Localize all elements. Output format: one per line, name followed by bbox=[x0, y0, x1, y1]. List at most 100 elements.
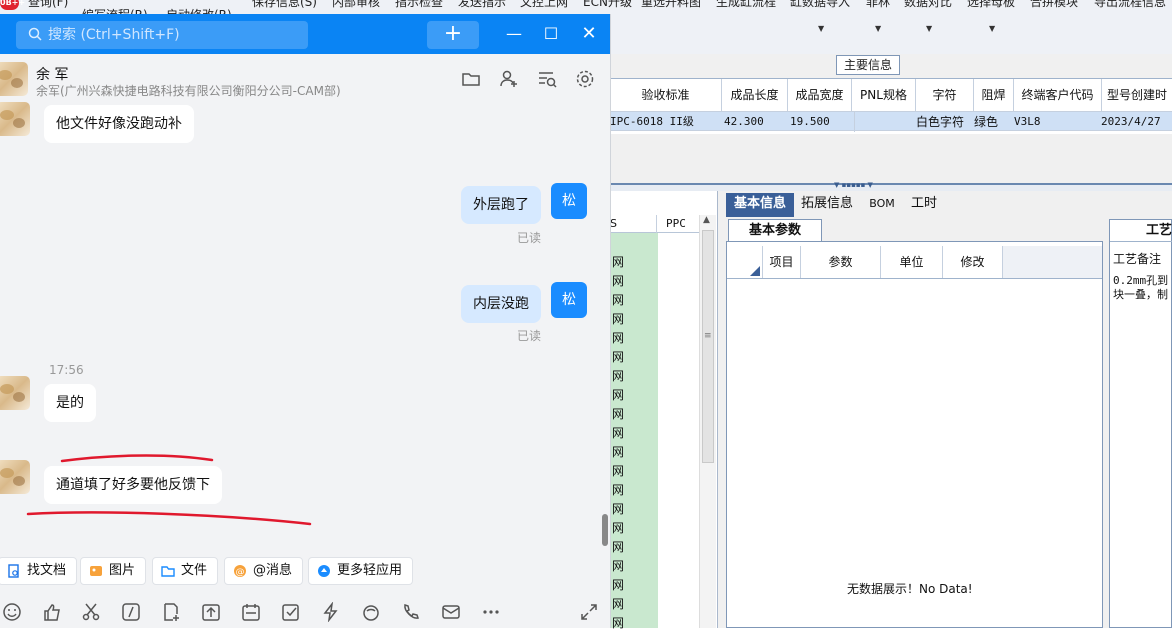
list-item[interactable]: 网 bbox=[612, 367, 632, 384]
menu-check[interactable]: 指示检查 bbox=[395, 0, 443, 10]
list-item[interactable]: 网 bbox=[612, 329, 632, 346]
message-bubble-me[interactable]: 外层跑了 bbox=[461, 186, 541, 224]
menu-export[interactable]: 导出流程信息 bbox=[1094, 0, 1166, 10]
emoji-icon[interactable] bbox=[2, 602, 22, 622]
subtab-basic-params[interactable]: 基本参数 bbox=[728, 219, 822, 241]
message-bubble[interactable]: 是的 bbox=[44, 384, 96, 422]
list-item[interactable]: 网 bbox=[612, 386, 632, 403]
search-history-icon[interactable] bbox=[536, 68, 558, 90]
menu-query[interactable]: 查询(F) bbox=[28, 0, 68, 10]
col-header-mask[interactable]: 阻焊 bbox=[974, 79, 1014, 111]
col-s-label[interactable]: S bbox=[610, 217, 617, 230]
table-row[interactable]: IPC-6018 II级 42.300 19.500 白色字符 绿色 V3L8 … bbox=[610, 111, 1172, 132]
panel-splitter[interactable]: ▼ ▪▪▪▪▪ ▼ bbox=[610, 181, 1172, 191]
calendar-icon[interactable] bbox=[241, 602, 261, 622]
contact-avatar[interactable] bbox=[0, 376, 30, 410]
col-ppc-label[interactable]: PPC bbox=[666, 217, 686, 230]
scissors-icon[interactable] bbox=[81, 602, 101, 622]
upload-icon[interactable] bbox=[201, 602, 221, 622]
menu-doc-online[interactable]: 文控上网 bbox=[520, 0, 568, 10]
list-item[interactable]: 网 bbox=[612, 405, 632, 422]
list-item[interactable]: 网 bbox=[612, 462, 632, 479]
folder-icon[interactable] bbox=[460, 68, 482, 90]
tab-worktime[interactable]: 工时 bbox=[906, 193, 942, 217]
menu-compare[interactable]: 数据对比 bbox=[904, 0, 952, 10]
menu-merge[interactable]: 合拼模块 bbox=[1030, 0, 1078, 10]
col-header-customer[interactable]: 终端客户代码 bbox=[1014, 79, 1102, 111]
close-icon[interactable]: ✕ bbox=[577, 22, 601, 46]
menu-reselect[interactable]: 重选开料图 bbox=[641, 0, 701, 10]
col-header-created[interactable]: 型号创建时 bbox=[1102, 79, 1172, 111]
dropdown-arrow-icon[interactable]: ▼ bbox=[926, 24, 932, 33]
menu-save-info[interactable]: 保存信息(S) bbox=[252, 0, 317, 10]
list-item[interactable]: 网 bbox=[612, 348, 632, 365]
minimize-icon[interactable]: — bbox=[502, 22, 526, 46]
scrollbar-thumb[interactable]: ≡ bbox=[702, 230, 714, 463]
dropdown-arrow-icon[interactable]: ▼ bbox=[989, 24, 995, 33]
maximize-icon[interactable]: ☐ bbox=[539, 22, 563, 46]
tab-basic-info[interactable]: 基本信息 bbox=[726, 193, 794, 217]
contact-name[interactable]: 余 军 bbox=[36, 64, 68, 84]
find-doc-button[interactable]: 找文档 bbox=[0, 557, 78, 585]
dropdown-arrow-icon[interactable]: ▼ bbox=[875, 24, 881, 33]
col-header-pnl[interactable]: PNL规格 bbox=[852, 79, 916, 111]
tab-process[interactable]: 工艺 bbox=[1110, 220, 1172, 242]
list-item[interactable]: 网 bbox=[612, 424, 632, 441]
image-button[interactable]: 图片 bbox=[80, 557, 147, 585]
list-item[interactable]: 网 bbox=[612, 519, 632, 536]
list-item[interactable]: 网 bbox=[612, 595, 632, 612]
col-header-acceptance[interactable]: 验收标准 bbox=[610, 79, 722, 111]
menu-internal-audit[interactable]: 内部审核 bbox=[332, 0, 380, 10]
list-item[interactable]: 网 bbox=[612, 538, 632, 555]
list-item[interactable]: 网 bbox=[612, 557, 632, 574]
mention-button[interactable]: @ @消息 bbox=[224, 557, 304, 585]
chat-scrollbar[interactable] bbox=[602, 514, 608, 546]
list-item[interactable]: 网 bbox=[612, 272, 632, 289]
mail-icon[interactable] bbox=[441, 602, 461, 622]
thumbs-up-icon[interactable] bbox=[42, 602, 62, 622]
contact-avatar[interactable] bbox=[0, 62, 28, 96]
menu-gen-flow[interactable]: 生成缸流程 bbox=[716, 0, 776, 10]
list-item[interactable]: 网 bbox=[612, 253, 632, 270]
task-icon[interactable] bbox=[281, 602, 301, 622]
list-item[interactable]: 网 bbox=[612, 500, 632, 517]
gear-icon[interactable] bbox=[574, 68, 596, 90]
menu-film[interactable]: 菲林 bbox=[866, 0, 890, 10]
file-button[interactable]: 文件 bbox=[152, 557, 219, 585]
col-header-modify[interactable]: 修改 bbox=[943, 246, 1003, 278]
phone-icon[interactable] bbox=[401, 602, 421, 622]
more-icon[interactable] bbox=[481, 602, 501, 622]
col-header-width[interactable]: 成品宽度 bbox=[788, 79, 852, 111]
scroll-up-icon[interactable]: ▲ bbox=[703, 215, 710, 225]
search-input[interactable]: 搜索 (Ctrl+Shift+F) bbox=[16, 21, 308, 49]
vertical-scrollbar[interactable]: ▲ ≡ bbox=[699, 215, 716, 628]
shortcut-icon[interactable] bbox=[121, 602, 141, 622]
lightning-icon[interactable] bbox=[321, 602, 341, 622]
add-button[interactable]: + bbox=[427, 21, 479, 49]
menu-send[interactable]: 发送指示 bbox=[458, 0, 506, 10]
list-item[interactable]: 网 bbox=[612, 614, 632, 631]
tab-extended-info[interactable]: 拓展信息 bbox=[796, 193, 858, 217]
add-member-icon[interactable] bbox=[498, 68, 520, 90]
dropdown-arrow-icon[interactable]: ▼ bbox=[818, 24, 824, 33]
list-item[interactable]: 网 bbox=[612, 576, 632, 593]
list-item[interactable]: 网 bbox=[612, 481, 632, 498]
list-item[interactable]: 网 bbox=[612, 443, 632, 460]
contact-avatar[interactable] bbox=[0, 102, 30, 136]
menu-import[interactable]: 缸数据导入 bbox=[790, 0, 850, 10]
menu-motherboard[interactable]: 选择母板 bbox=[967, 0, 1015, 10]
doc-add-icon[interactable] bbox=[161, 602, 181, 622]
col-header-length[interactable]: 成品长度 bbox=[722, 79, 788, 111]
col-header-item[interactable]: 项目 bbox=[763, 246, 801, 278]
more-apps-button[interactable]: 更多轻应用 bbox=[308, 557, 414, 585]
my-avatar[interactable]: 松 bbox=[551, 183, 587, 219]
list-item[interactable]: 网 bbox=[612, 310, 632, 327]
call-icon[interactable] bbox=[361, 602, 381, 622]
expand-icon[interactable] bbox=[579, 602, 599, 622]
col-header-param[interactable]: 参数 bbox=[801, 246, 881, 278]
my-avatar[interactable]: 松 bbox=[551, 282, 587, 318]
col-header-char[interactable]: 字符 bbox=[916, 79, 974, 111]
list-item[interactable]: 网 bbox=[612, 291, 632, 308]
menu-ecn[interactable]: ECN升级 bbox=[583, 0, 632, 10]
message-bubble-me[interactable]: 内层没跑 bbox=[461, 285, 541, 323]
